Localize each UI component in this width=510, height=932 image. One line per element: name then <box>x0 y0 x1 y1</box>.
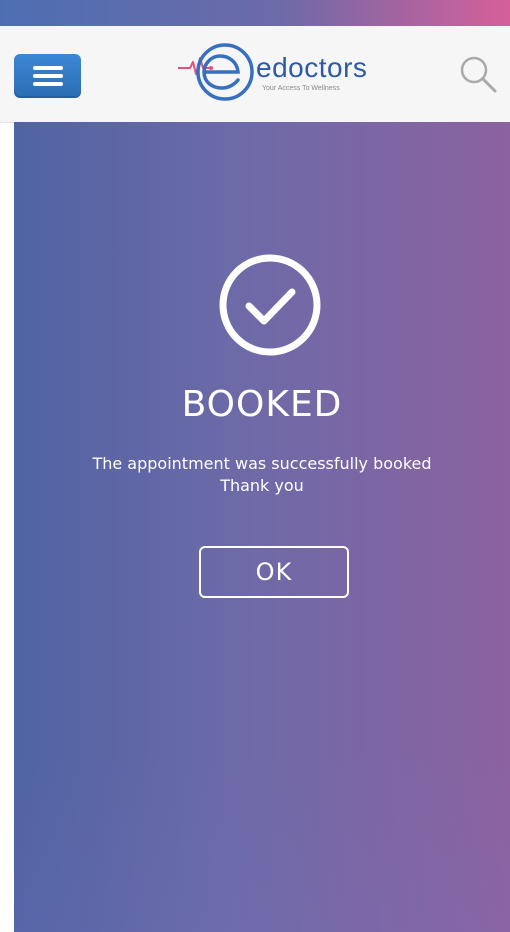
search-icon <box>460 56 497 93</box>
confirmation-message-line-1: The appointment was successfully booked <box>92 454 432 473</box>
edoctors-logo: edoctors Your Access To Wellness <box>178 40 367 104</box>
confirmation-message-line-2: Thank you <box>220 476 304 495</box>
check-circle-icon-svg <box>219 254 321 356</box>
search-button[interactable] <box>456 53 498 95</box>
app-header: edoctors Your Access To Wellness <box>0 26 510 123</box>
confirmation-message: The appointment was successfully booked … <box>24 453 500 497</box>
ok-button[interactable]: OK <box>199 546 349 598</box>
confirmation-panel: BOOKED The appointment was successfully … <box>14 122 510 932</box>
logo-tagline: Your Access To Wellness <box>262 85 340 92</box>
top-gradient-strip <box>0 0 510 26</box>
check-circle-icon <box>218 253 322 357</box>
menu-button[interactable] <box>14 54 81 98</box>
logo-brand-text: edoctors <box>256 52 368 83</box>
booking-status-title: BOOKED <box>181 384 343 425</box>
menu-icon <box>32 66 63 86</box>
booking-confirmation-screen: edoctors Your Access To Wellness BOOKED … <box>0 0 510 932</box>
